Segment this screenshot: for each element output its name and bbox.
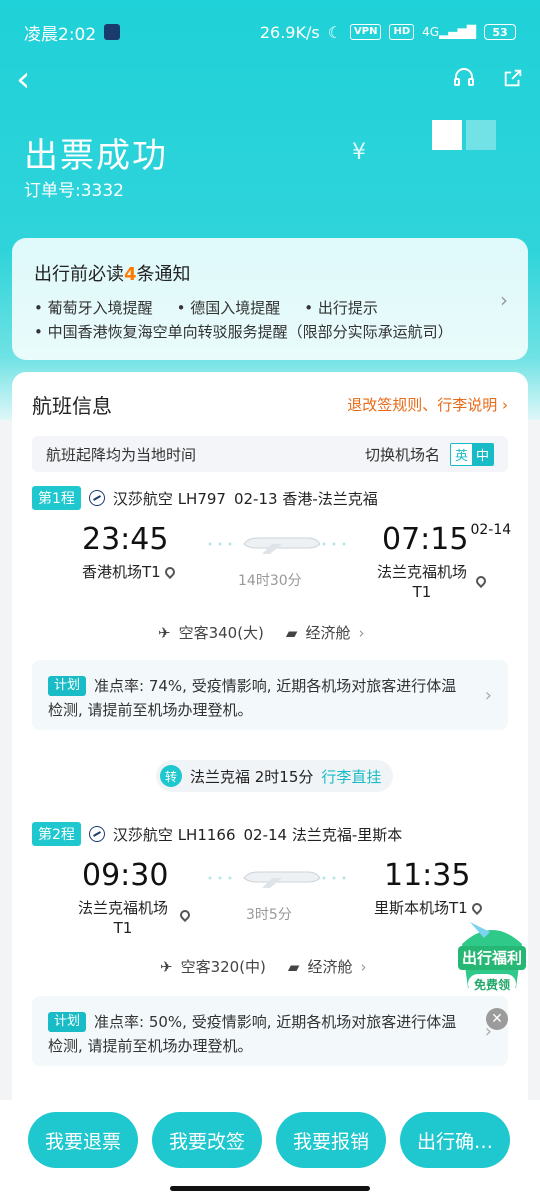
battery-icon: 53 [484,24,516,40]
status-time: 凌晨2:02 [24,24,97,45]
close-icon[interactable]: ✕ [486,1008,508,1030]
share-icon[interactable] [502,67,524,93]
aircraft-type: 空客320(中) [180,958,266,976]
location-pin-icon [473,573,489,589]
baggage-through-label: 行李直挂 [321,767,382,786]
date-route: 02-14 法兰克福-里斯本 [243,825,403,844]
notice-item: • 中国香港恢复海空单向转驳服务提醒（限部分实际承运航司） [34,323,453,341]
customer-service-icon[interactable] [452,66,476,94]
transfer-icon: 转 [160,765,182,787]
signal-icon: 4G▂▄▆█ [422,25,476,39]
page-title: 出票成功 [24,136,168,176]
travel-confirm-button[interactable]: 出行确… [400,1112,510,1168]
price-symbol: ¥ [352,140,366,165]
airplane-icon: ✈ [158,623,171,642]
seat-icon: ▰ [285,623,298,642]
date-route: 02-13 香港-法兰克福 [233,489,378,508]
switch-airport-name-label: 切换机场名 [364,445,440,464]
plane-icon [202,530,352,560]
cabin-class: 经济舱 [305,624,351,642]
change-ticket-button[interactable]: 我要改签 [152,1112,262,1168]
vpn-badge: VPN [350,24,382,40]
back-icon[interactable]: ‹ [16,62,52,98]
app-notification-icon [104,24,121,40]
rules-baggage-link[interactable]: 退改签规则、行李说明 › [347,394,508,415]
plan-tag: 计划 [48,676,87,696]
redacted-block [432,120,462,150]
transfer-info: 转 法兰克福 2时15分 行李直挂 [156,760,394,792]
segment-tag: 第1程 [32,486,81,510]
home-indicator[interactable] [170,1186,370,1191]
notice-title: 出行前必读4条通知 [34,264,191,285]
chevron-right-icon: › [500,288,508,312]
nav-bar: ‹ [16,60,524,100]
refund-button[interactable]: 我要退票 [28,1112,138,1168]
location-pin-icon [162,564,177,580]
chevron-right-icon: › [358,623,365,642]
location-pin-icon [177,907,193,923]
airplane-icon: ✈ [160,957,173,976]
reimbursement-button[interactable]: 我要报销 [276,1112,386,1168]
order-number: 订单号:3332 [24,181,124,201]
lufthansa-logo-icon [88,826,105,842]
redacted-block [466,120,496,150]
chevron-right-icon: › [360,957,367,976]
aircraft-cabin-info[interactable]: ✈ 空客320(中) ▰ 经济舱 › [160,956,366,977]
location-pin-icon [469,900,484,916]
departure-time: 23:45 [82,522,169,557]
flight-info-card: 航班信息 退改签规则、行李说明 › 航班起降均为当地时间 切换机场名 英中 第1… [12,372,528,1132]
segment-tag: 第2程 [32,822,81,846]
flight-number: 汉莎航空 LH797 [112,489,226,508]
network-speed: 26.9K/s [259,22,320,42]
plan-text: 准点率: 74%, 受疫情影响, 近期各机场对旅客进行体温检测, 请提前至机场办… [48,677,457,719]
notice-item: • 出行提示 [304,299,378,317]
chevron-right-icon: › [484,685,492,706]
status-bar: 凌晨2:02 26.9K/s ☾ VPN HD 4G▂▄▆█ 53 [24,18,516,46]
plan-tag: 计划 [48,1012,87,1032]
moon-icon: ☾ [327,22,343,42]
airport-language-toggle[interactable]: 英中 [449,442,494,466]
leg-2-header: 第2程 汉莎航空 LH1166 02-14 法兰克福-里斯本 [32,822,402,846]
plan-text: 准点率: 50%, 受疫情影响, 近期各机场对旅客进行体温检测, 请提前至机场办… [48,1013,457,1055]
arrival-airport: 法兰克福机场 T1 [376,563,467,601]
arrival-time: 11:35 [384,858,471,893]
flight-duration: 14时30分 [238,573,302,589]
travel-notice-card[interactable]: 出行前必读4条通知 • 葡萄牙入境提醒 • 德国入境提醒 • 出行提示 • 中国… [12,238,528,360]
seat-icon: ▰ [287,957,300,976]
leg-1-header: 第1程 汉莎航空 LH797 02-13 香港-法兰克福 [32,486,378,510]
notice-item: • 德国入境提醒 [176,299,281,317]
plan-notice[interactable]: 计划 准点率: 50%, 受疫情影响, 近期各机场对旅客进行体温检测, 请提前至… [32,996,508,1066]
cabin-class: 经济舱 [307,958,353,976]
plane-icon [202,864,352,894]
svg-text:出行福利: 出行福利 [462,949,522,967]
departure-time: 09:30 [82,858,169,893]
notice-item: • 葡萄牙入境提醒 [34,299,153,317]
flight-number: 汉莎航空 LH1166 [112,825,236,844]
travel-benefit-promo[interactable]: 出行福利 免费领 [452,914,532,1002]
section-title: 航班信息 [32,394,112,418]
local-time-tip: 航班起降均为当地时间 切换机场名 英中 [32,436,508,472]
arrival-time: 07:15 02-14 [382,522,512,557]
departure-airport: 法兰克福机场 T1 [77,899,168,937]
departure-airport: 香港机场T1 [82,562,177,582]
hd-badge: HD [389,24,415,40]
aircraft-type: 空客340(大) [178,624,264,642]
flight-duration: 3时5分 [246,907,292,923]
aircraft-cabin-info[interactable]: ✈ 空客340(大) ▰ 经济舱 › [158,622,364,643]
lufthansa-logo-icon [88,490,105,506]
svg-text:免费领: 免费领 [474,977,510,992]
plan-notice[interactable]: 计划 准点率: 74%, 受疫情影响, 近期各机场对旅客进行体温检测, 请提前至… [32,660,508,730]
